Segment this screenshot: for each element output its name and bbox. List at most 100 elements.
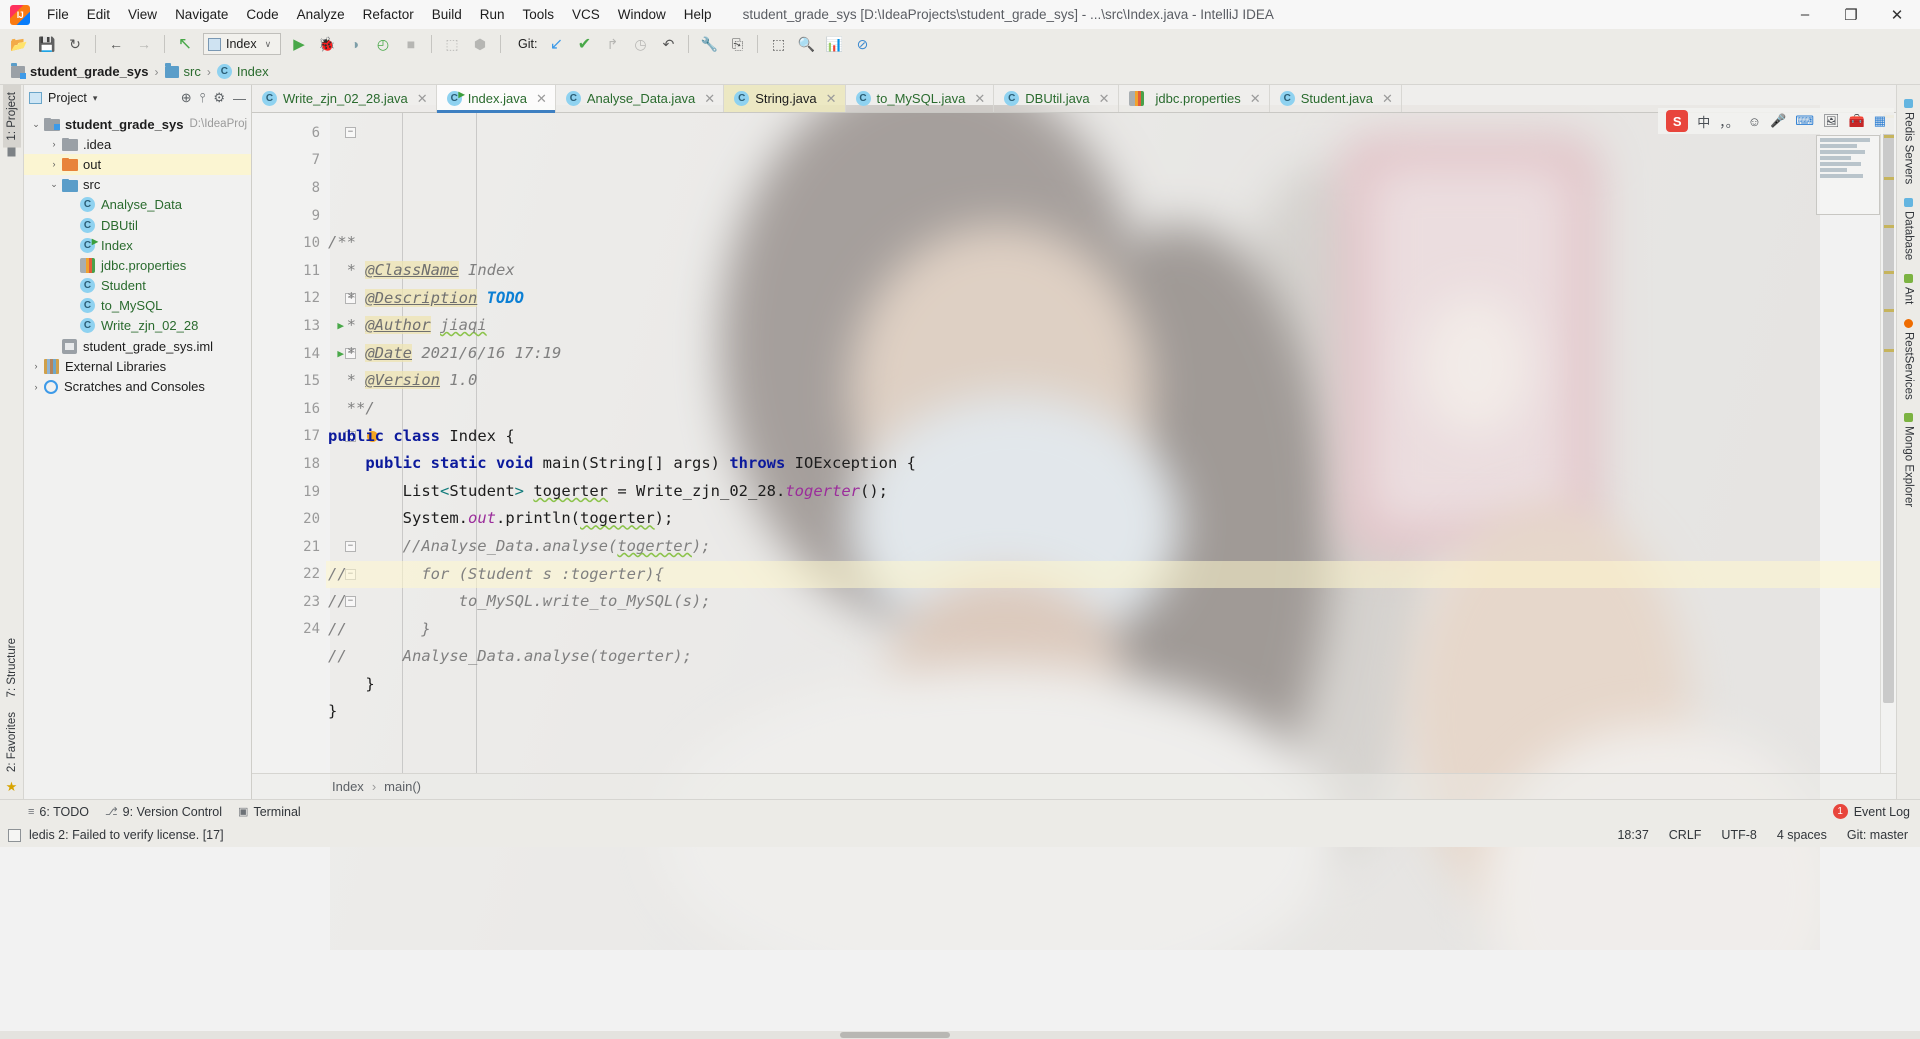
chevron-down-icon[interactable]: ▾ bbox=[93, 93, 98, 104]
tree-node-student-grade-sys[interactable]: ⌄ student_grade_sys D:\IdeaProj bbox=[24, 114, 251, 134]
block-icon[interactable]: ⊘ bbox=[849, 32, 875, 56]
horizontal-scrollbar-thumb[interactable] bbox=[840, 1032, 950, 1038]
editor-tab-write-zjn-02-28-java[interactable]: C Write_zjn_02_28.java ✕ bbox=[252, 85, 437, 112]
editor-tab-student-java[interactable]: C Student.java ✕ bbox=[1270, 85, 1402, 112]
menu-window[interactable]: Window bbox=[609, 4, 675, 25]
tool-window-event-log-label[interactable]: Event Log bbox=[1854, 805, 1910, 819]
code-line-19[interactable]: // to_MySQL.write_to_MySQL(s); bbox=[326, 588, 1880, 616]
code-content[interactable]: /** * @ClassName Index * @Description TO… bbox=[326, 113, 1880, 773]
project-structure-icon[interactable]: ⎘ bbox=[724, 32, 750, 56]
gutter-line-8[interactable]: 8 bbox=[252, 174, 326, 202]
gear-icon[interactable]: ⚙ bbox=[213, 90, 225, 106]
chevron-right-icon[interactable]: › bbox=[28, 382, 44, 392]
code-line-16[interactable]: System.out.println(togerter); bbox=[326, 505, 1880, 533]
tree-node-jdbc-properties[interactable]: ›jdbc.properties bbox=[24, 255, 251, 275]
code-line-21[interactable]: // Analyse_Data.analyse(togerter); bbox=[326, 643, 1880, 671]
menu-navigate[interactable]: Navigate bbox=[166, 4, 237, 25]
code-line-15[interactable]: List<Student> togerter = Write_zjn_02_28… bbox=[326, 478, 1880, 506]
tree-node--idea[interactable]: › .idea bbox=[24, 134, 251, 154]
right-rail-redis-servers[interactable]: Redis Servers bbox=[1900, 93, 1918, 190]
jump-to-source-icon[interactable]: ↖ bbox=[172, 32, 198, 56]
gutter-line-18[interactable]: 18 bbox=[252, 450, 326, 478]
tree-node-index[interactable]: ›CIndex bbox=[24, 235, 251, 255]
chevron-down-icon[interactable]: ⌄ bbox=[46, 179, 62, 190]
code-line-8[interactable]: * @Description TODO bbox=[326, 285, 1880, 313]
code-line-24[interactable] bbox=[326, 726, 1880, 754]
menu-edit[interactable]: Edit bbox=[78, 4, 119, 25]
code-line-23[interactable]: } bbox=[326, 698, 1880, 726]
right-rail-ant[interactable]: Ant bbox=[1900, 268, 1918, 310]
close-icon[interactable]: ✕ bbox=[826, 91, 837, 107]
gutter-line-22[interactable]: 22− bbox=[252, 561, 356, 589]
code-line-10[interactable]: * @Date 2021/6/16 17:19 bbox=[326, 340, 1880, 368]
code-line-7[interactable]: * @ClassName Index bbox=[326, 257, 1880, 285]
locate-file-icon[interactable]: ⊕ bbox=[181, 90, 192, 106]
editor-tab-to-mysql-java[interactable]: Cto_MySQL.java ✕ bbox=[846, 85, 995, 112]
run-configuration-selector[interactable]: Index ∨ bbox=[203, 33, 281, 55]
search-icon[interactable]: 🔍 bbox=[793, 32, 819, 56]
minimize-button[interactable]: – bbox=[1782, 0, 1828, 29]
deploy-icon[interactable]: ⬚ bbox=[439, 32, 465, 56]
breadcrumb-item-src[interactable]: src bbox=[162, 62, 204, 80]
code-line-12[interactable]: **/ bbox=[326, 395, 1880, 423]
indent-setting[interactable]: 4 spaces bbox=[1777, 828, 1827, 842]
vcs-history-icon[interactable]: ◷ bbox=[627, 32, 653, 56]
tree-node-scratches-and-consoles[interactable]: › Scratches and Consoles bbox=[24, 376, 251, 396]
menu-file[interactable]: File bbox=[38, 4, 78, 25]
vcs-push-icon[interactable]: ↱ bbox=[599, 32, 625, 56]
file-encoding[interactable]: UTF-8 bbox=[1721, 828, 1756, 842]
select-in-icon[interactable]: ⬚ bbox=[765, 32, 791, 56]
code-line-14[interactable]: public static void main(String[] args) t… bbox=[326, 450, 1880, 478]
rail-tab-structure[interactable]: 7: Structure bbox=[3, 631, 21, 704]
tree-node-external-libraries[interactable]: › External Libraries bbox=[24, 356, 251, 376]
code-line-18[interactable]: // for (Student s :togerter){ bbox=[326, 560, 1880, 589]
tree-node-student[interactable]: ›CStudent bbox=[24, 276, 251, 296]
close-icon[interactable]: ✕ bbox=[704, 91, 715, 107]
menu-run[interactable]: Run bbox=[471, 4, 514, 25]
code-line-6[interactable]: /** bbox=[326, 229, 1880, 257]
gutter-line-23[interactable]: 23− bbox=[252, 588, 356, 616]
navigate-forward-icon[interactable]: → bbox=[131, 32, 157, 56]
close-icon[interactable]: ✕ bbox=[536, 91, 547, 107]
save-all-icon[interactable]: 💾 bbox=[34, 32, 60, 56]
gutter-line-24[interactable]: 24 bbox=[252, 616, 326, 644]
right-rail-database[interactable]: Database bbox=[1900, 192, 1918, 266]
tree-node-dbutil[interactable]: ›CDBUtil bbox=[24, 215, 251, 235]
gutter-line-15[interactable]: 15 bbox=[252, 367, 326, 395]
settings-icon[interactable]: 🔧 bbox=[696, 32, 722, 56]
close-icon[interactable]: ✕ bbox=[974, 91, 985, 107]
close-icon[interactable]: ✕ bbox=[1250, 91, 1261, 107]
chevron-down-icon[interactable]: ⌄ bbox=[28, 119, 44, 130]
vcs-rollback-icon[interactable]: ↶ bbox=[655, 32, 681, 56]
open-folder-icon[interactable]: 📂 bbox=[6, 32, 32, 56]
code-line-20[interactable]: // } bbox=[326, 616, 1880, 644]
build-artifact-icon[interactable]: ⬢ bbox=[467, 32, 493, 56]
error-marker-bar[interactable] bbox=[1880, 113, 1896, 773]
ime-microphone-icon[interactable]: 🎤 bbox=[1770, 113, 1786, 129]
navigate-back-icon[interactable]: ← bbox=[103, 32, 129, 56]
tool-window-todo[interactable]: ≡ 6: TODO bbox=[28, 805, 89, 819]
maximize-button[interactable]: ❐ bbox=[1828, 0, 1874, 29]
close-icon[interactable]: ✕ bbox=[1099, 91, 1110, 107]
project-tree[interactable]: ⌄ student_grade_sys D:\IdeaProj › .idea › out ⌄… bbox=[24, 111, 251, 799]
menu-refactor[interactable]: Refactor bbox=[354, 4, 423, 25]
menu-build[interactable]: Build bbox=[423, 4, 471, 25]
breadcrumb-item-project[interactable]: student_grade_sys bbox=[8, 62, 152, 80]
gutter-line-16[interactable]: 16 bbox=[252, 395, 326, 423]
right-rail-mongo-explorer[interactable]: Mongo Explorer bbox=[1900, 407, 1918, 513]
profile-icon[interactable]: ◴ bbox=[370, 32, 396, 56]
gutter-line-10[interactable]: 10 bbox=[252, 229, 326, 257]
close-icon[interactable]: ✕ bbox=[1382, 91, 1393, 107]
stop-button[interactable]: ■ bbox=[398, 32, 424, 56]
tool-window-version-control[interactable]: ⎇ 9: Version Control bbox=[105, 805, 222, 819]
chevron-right-icon[interactable]: › bbox=[46, 159, 62, 169]
run-with-coverage-icon[interactable]: ◑ bbox=[342, 32, 368, 56]
close-button[interactable]: ✕ bbox=[1874, 0, 1920, 29]
ime-keyboard-icon[interactable]: ⌨ bbox=[1795, 113, 1814, 129]
line-separator[interactable]: CRLF bbox=[1669, 828, 1702, 842]
caret-position[interactable]: 18:37 bbox=[1617, 828, 1648, 842]
gutter-line-21[interactable]: 21− bbox=[252, 533, 356, 561]
vcs-update-icon[interactable]: ↙ bbox=[543, 32, 569, 56]
chart-icon[interactable]: 📊 bbox=[821, 32, 847, 56]
ime-grid-icon[interactable]: ▦ bbox=[1874, 113, 1886, 129]
